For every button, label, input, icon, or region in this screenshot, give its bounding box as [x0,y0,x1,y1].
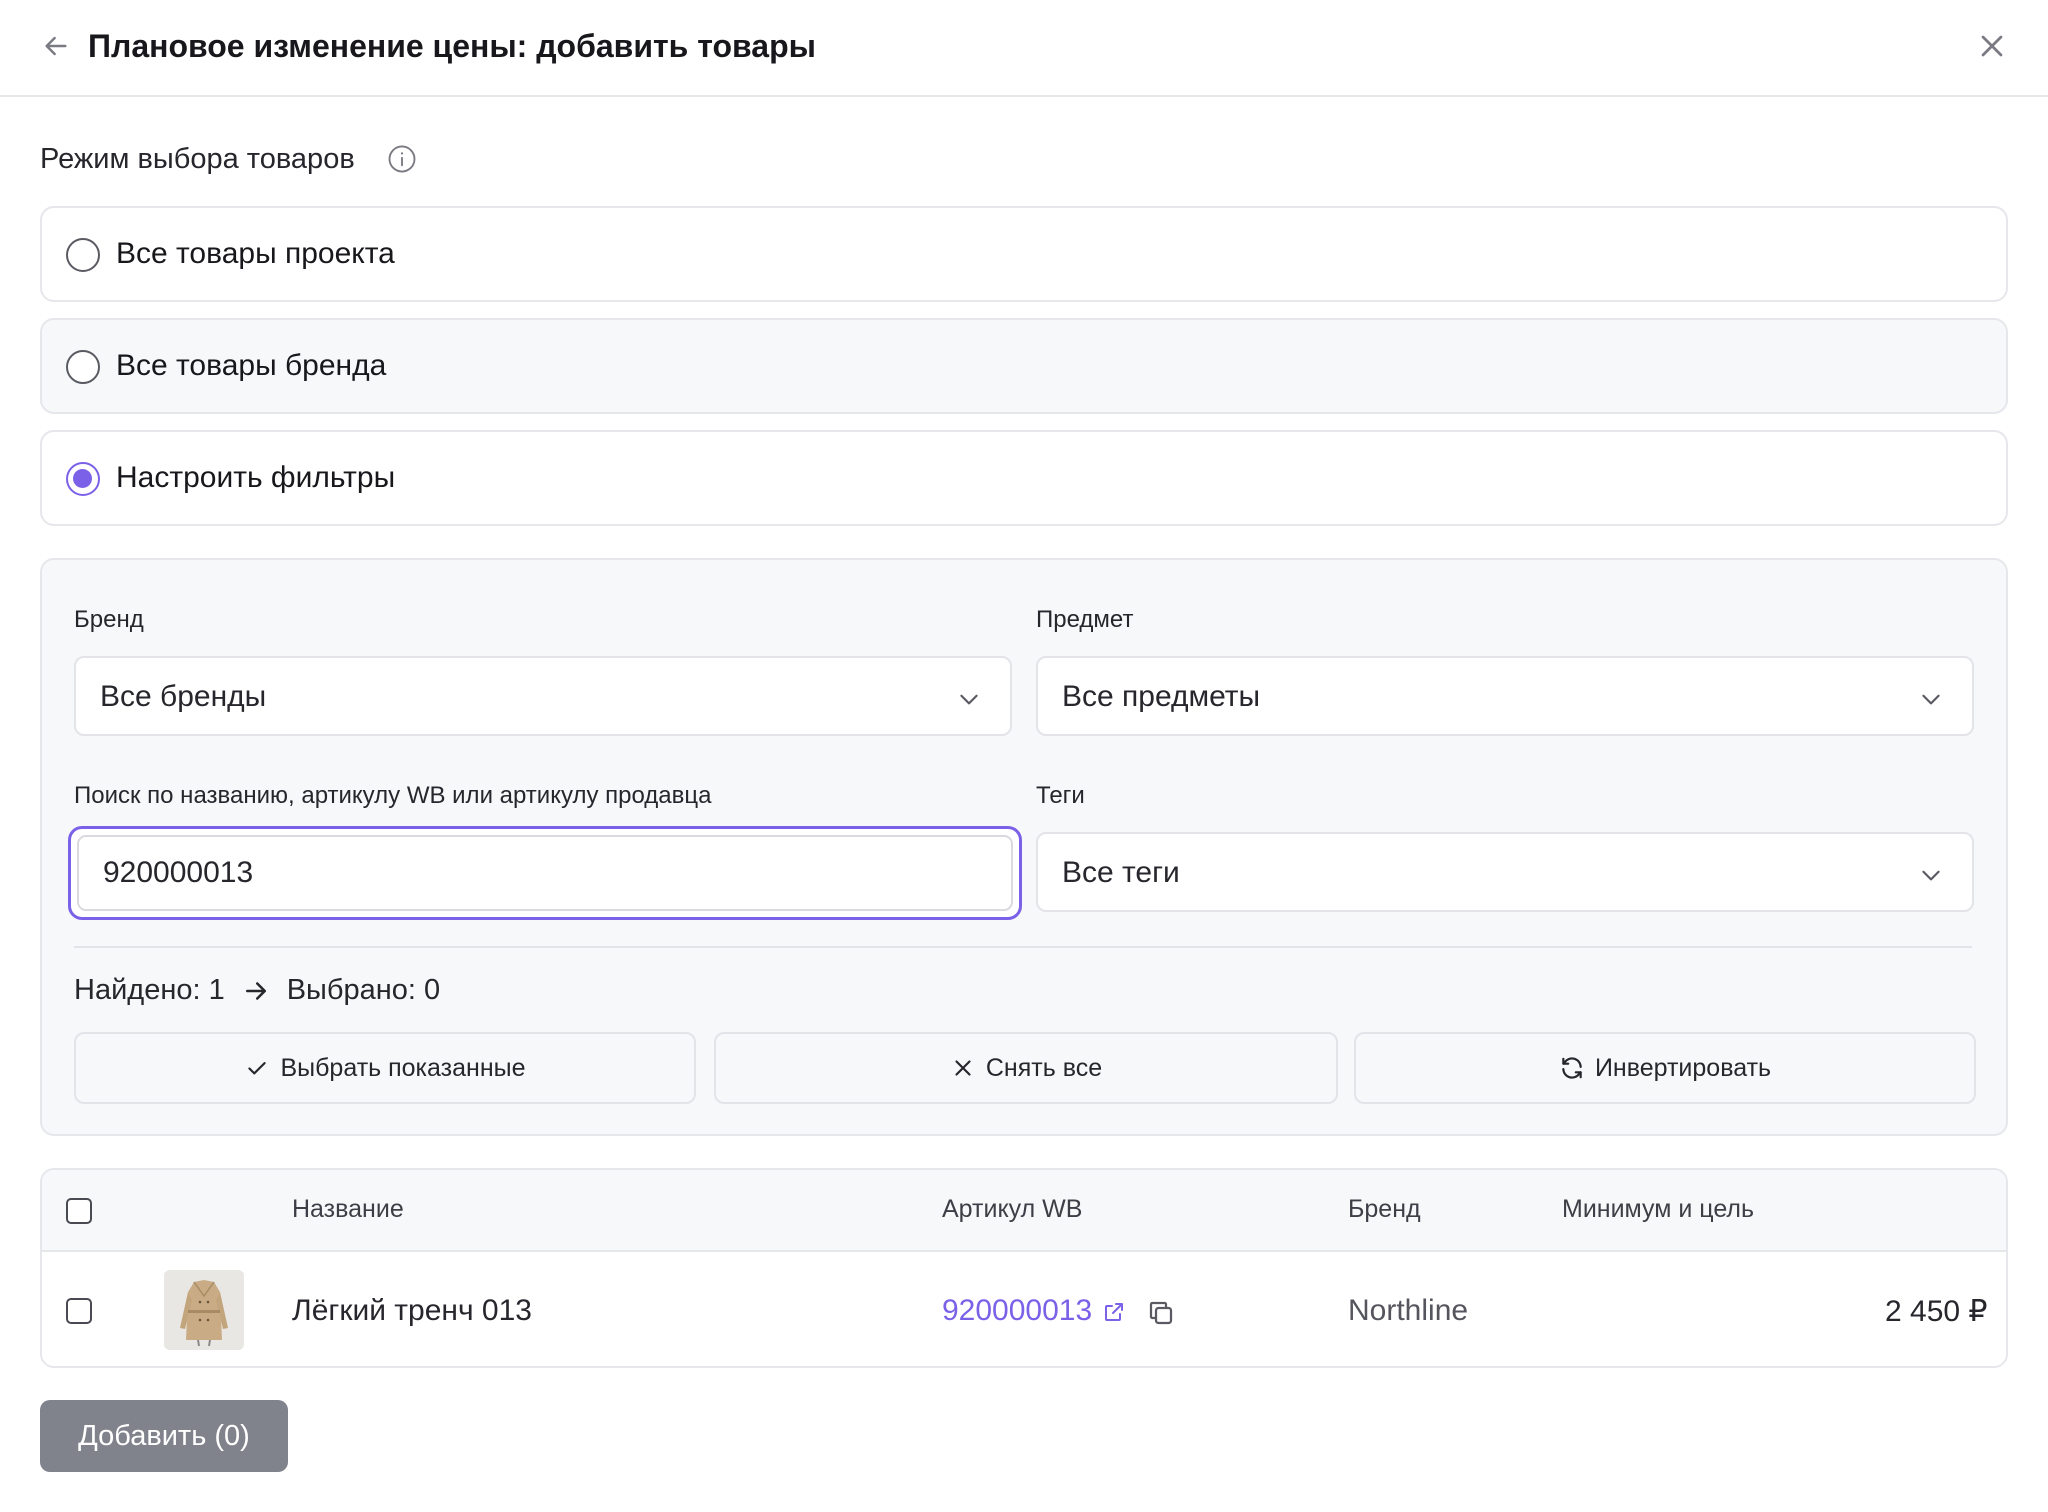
chevron-down-icon [1922,870,1940,881]
radio-button[interactable] [66,350,100,384]
brand-label: Бренд [74,606,144,633]
invert-button[interactable]: Инвертировать [1354,1032,1976,1104]
row-checkbox[interactable] [66,1298,92,1324]
trench-coat-image [164,1270,244,1350]
select-shown-label: Выбрать показанные [280,1053,526,1082]
subject-select[interactable]: Все предметы [1036,656,1974,736]
brand-select-value: Все бренды [100,680,267,713]
radio-button-checked[interactable] [66,462,100,496]
tags-select[interactable]: Все теги [1036,832,1974,912]
products-table: Название Артикул WB Бренд Минимум и цель [40,1168,2008,1368]
tags-select-value: Все теги [1062,856,1180,889]
product-price: 2 450 ₽ [1885,1295,1988,1328]
table-row[interactable]: Лёгкий тренч 013 920000013 Northline 2 4… [42,1254,2006,1366]
search-label: Поиск по названию, артикулу WB или артик… [74,782,712,809]
subject-label: Предмет [1036,606,1134,633]
selected-count: Выбрано: 0 [286,974,441,1006]
radio-label: Настроить фильтры [116,461,396,494]
tags-label: Теги [1036,782,1085,809]
radio-label: Все товары бренда [116,349,387,382]
product-brand: Northline [1348,1294,1469,1327]
clear-all-button[interactable]: Снять все [714,1032,1338,1104]
external-link-icon[interactable] [1102,1300,1126,1324]
radio-label: Все товары проекта [116,237,395,270]
found-count: Найдено: 1 [74,974,225,1006]
clear-all-label: Снять все [985,1053,1103,1082]
search-focus-ring [68,826,1022,920]
refresh-icon [1562,1057,1582,1079]
select-all-checkbox[interactable] [66,1198,92,1224]
product-thumbnail [164,1270,244,1350]
arrow-right-icon [245,981,266,1000]
radio-option-all-brand[interactable]: Все товары бренда [40,318,2008,414]
filters-panel: Бренд Все бренды Предмет Все предметы По… [40,558,2008,1136]
column-header-min-target: Минимум и цель [1562,1195,1755,1223]
selection-counter: Найдено: 1 Выбрано: 0 [74,974,440,1007]
chevron-down-icon [960,694,978,705]
arrow-left-icon[interactable] [40,30,72,62]
chevron-down-icon [1922,694,1940,705]
check-icon [248,1062,267,1075]
column-header-brand: Бренд [1348,1195,1421,1223]
divider [74,946,1972,948]
product-name: Лёгкий тренч 013 [292,1294,532,1327]
radio-option-all-project[interactable]: Все товары проекта [40,206,2008,302]
select-shown-button[interactable]: Выбрать показанные [74,1032,696,1104]
column-header-sku: Артикул WB [942,1195,1083,1223]
close-icon[interactable] [1974,28,2010,64]
table-header: Название Артикул WB Бренд Минимум и цель [42,1170,2006,1252]
product-sku-link[interactable]: 920000013 [942,1294,1092,1328]
radio-button[interactable] [66,238,100,272]
page-title: Плановое изменение цены: добавить товары [88,28,816,64]
copy-icon[interactable] [1146,1298,1176,1328]
x-icon [955,1060,971,1076]
modal-header: Плановое изменение цены: добавить товары [0,0,2048,97]
modal-dialog: Плановое изменение цены: добавить товары… [0,0,2048,1512]
column-header-name: Название [292,1195,404,1223]
subject-select-value: Все предметы [1062,680,1261,713]
search-input[interactable] [77,835,1013,911]
info-icon[interactable] [387,144,417,174]
invert-label: Инвертировать [1594,1053,1772,1082]
brand-select[interactable]: Все бренды [74,656,1012,736]
add-products-button[interactable]: Добавить (0) [40,1400,288,1472]
radio-option-custom-filters[interactable]: Настроить фильтры [40,430,2008,526]
selection-mode-label: Режим выбора товаров [40,143,355,175]
